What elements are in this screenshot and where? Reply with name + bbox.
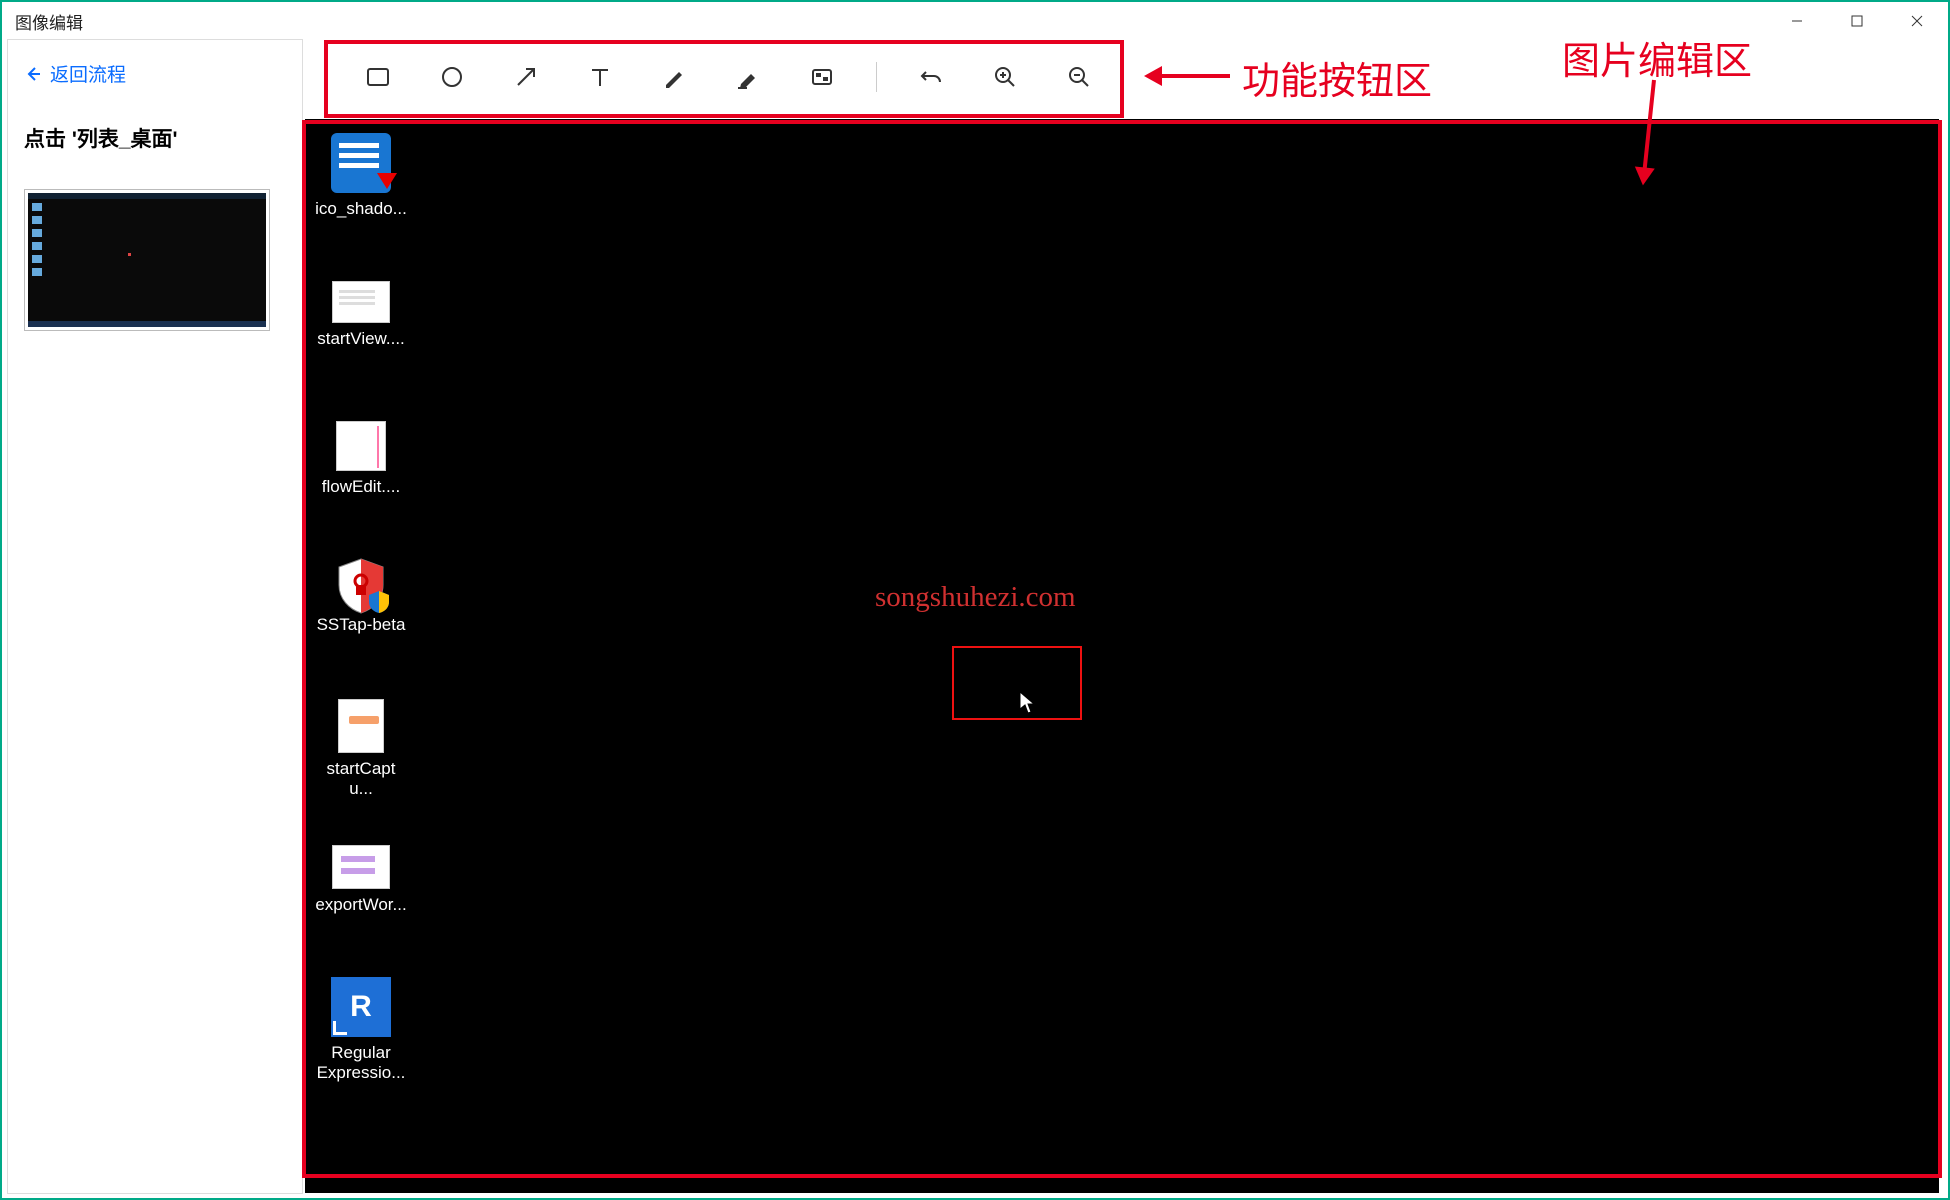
window-title: 图像编辑	[15, 9, 83, 34]
titlebar: 图像编辑	[3, 3, 1947, 39]
shield-icon	[335, 557, 387, 615]
cursor-icon	[1019, 691, 1037, 720]
icon-label: exportWor...	[315, 895, 407, 915]
image-editor-window: 图像编辑 返回流程 点击 '列表_桌面'	[3, 3, 1947, 1197]
tool-ellipse[interactable]	[432, 57, 472, 97]
tool-mosaic[interactable]	[802, 57, 842, 97]
arrow-icon	[513, 64, 539, 90]
desktop-icon[interactable]: SSTap-beta	[315, 557, 407, 635]
icon-label: Regular Expressio...	[315, 1043, 407, 1083]
desktop-icon[interactable]: exportWor...	[315, 845, 407, 915]
tool-rectangle[interactable]	[358, 57, 398, 97]
desktop-icon[interactable]: flowEdit....	[315, 421, 407, 497]
arrow-left-icon	[24, 65, 42, 83]
icon-label: ico_shado...	[315, 199, 407, 219]
file-icon	[332, 281, 390, 323]
tool-highlighter[interactable]	[728, 57, 768, 97]
icon-label: startView....	[315, 329, 407, 349]
selection-rectangle[interactable]	[952, 646, 1082, 720]
mosaic-icon	[809, 64, 835, 90]
file-icon	[336, 421, 386, 471]
undo-icon	[918, 64, 944, 90]
back-label: 返回流程	[50, 60, 126, 87]
ellipse-icon	[439, 64, 465, 90]
zoom-in-icon	[992, 64, 1018, 90]
tool-zoom-out[interactable]	[1059, 57, 1099, 97]
maximize-button[interactable]	[1827, 3, 1887, 39]
icon-label: startCaptu...	[315, 759, 407, 799]
app-icon	[331, 977, 391, 1037]
icon-label: SSTap-beta	[315, 615, 407, 635]
toolbar-separator	[876, 62, 877, 92]
close-button[interactable]	[1887, 3, 1947, 39]
rectangle-icon	[365, 64, 391, 90]
zoom-out-icon	[1066, 64, 1092, 90]
pencil-icon	[661, 64, 687, 90]
icon-label: flowEdit....	[315, 477, 407, 497]
file-icon	[332, 845, 390, 889]
editor-main: ico_shado... startView.... flowEdit.... …	[305, 39, 1943, 1193]
text-icon	[587, 64, 613, 90]
image-canvas[interactable]: ico_shado... startView.... flowEdit.... …	[305, 119, 1939, 1193]
tool-undo[interactable]	[911, 57, 951, 97]
tool-pencil[interactable]	[654, 57, 694, 97]
back-to-flow-link[interactable]: 返回流程	[24, 60, 286, 87]
desktop-icon[interactable]: startView....	[315, 281, 407, 349]
screenshot-thumbnail[interactable]	[24, 189, 270, 331]
file-icon	[331, 133, 391, 193]
desktop-icon[interactable]: ico_shado...	[315, 133, 407, 219]
watermark-text: songshuhezi.com	[875, 581, 1076, 614]
minimize-button[interactable]	[1767, 3, 1827, 39]
tool-text[interactable]	[580, 57, 620, 97]
file-icon	[338, 699, 384, 753]
highlighter-icon	[735, 64, 761, 90]
sidebar: 返回流程 点击 '列表_桌面'	[7, 39, 303, 1194]
desktop-icon[interactable]: Regular Expressio...	[315, 977, 407, 1083]
desktop-icon[interactable]: startCaptu...	[315, 699, 407, 799]
tool-zoom-in[interactable]	[985, 57, 1025, 97]
toolbar	[328, 39, 1120, 117]
tool-arrow[interactable]	[506, 57, 546, 97]
step-title: 点击 '列表_桌面'	[24, 123, 286, 153]
